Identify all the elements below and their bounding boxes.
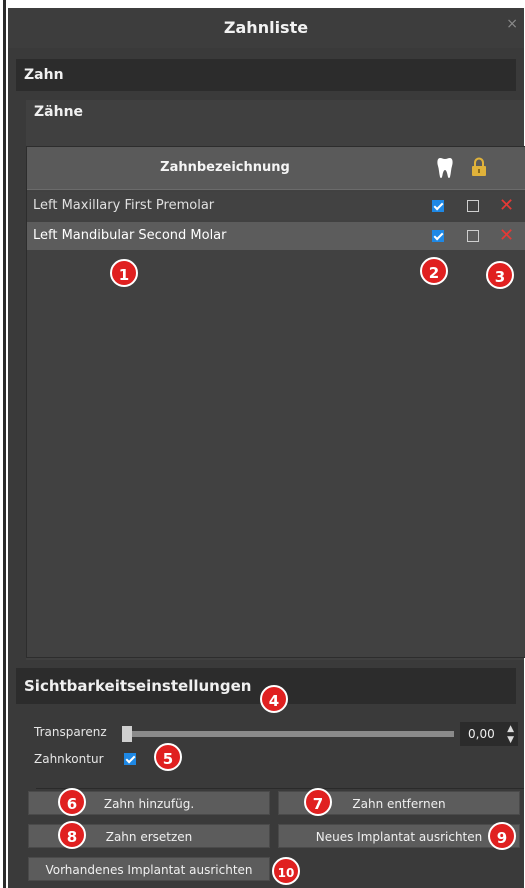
callout-badge-1: 1 bbox=[110, 259, 138, 287]
spin-arrows-icon[interactable]: ▲ ▼ bbox=[507, 722, 514, 746]
close-icon[interactable]: × bbox=[506, 8, 518, 40]
window-left-edge bbox=[3, 0, 6, 888]
lock-icon bbox=[472, 157, 486, 176]
contour-label: Zahnkontur bbox=[34, 752, 104, 766]
tooth-name: Left Mandibular Second Molar bbox=[33, 228, 227, 243]
callout-badge-8: 8 bbox=[58, 821, 86, 849]
transparency-value: 0,00 bbox=[468, 727, 495, 741]
align-new-implant-button[interactable]: Neues Implantat ausrichten bbox=[278, 824, 520, 848]
section-zahn: Zahn bbox=[16, 59, 516, 91]
section-zahn-title: Zahn bbox=[24, 67, 64, 83]
table-row[interactable]: Left Maxillary First Premolar ✕ bbox=[27, 192, 525, 220]
transparency-slider-handle[interactable] bbox=[122, 726, 132, 742]
teeth-table: Zahnbezeichnung Left Maxillary First Pre… bbox=[26, 146, 525, 658]
section-divider bbox=[36, 788, 524, 789]
callout-badge-5: 5 bbox=[154, 743, 182, 771]
zahnliste-panel: Zahnliste × Zahn Zähne Zahnbezeichnung L… bbox=[8, 8, 525, 888]
visible-checkbox[interactable] bbox=[432, 200, 444, 212]
panel-title-bar: Zahnliste × bbox=[8, 8, 524, 48]
callout-badge-6: 6 bbox=[58, 788, 86, 816]
contour-checkbox[interactable] bbox=[124, 753, 136, 765]
delete-icon[interactable]: ✕ bbox=[499, 222, 514, 250]
table-row[interactable]: Left Mandibular Second Molar ✕ bbox=[27, 222, 525, 250]
callout-badge-9: 9 bbox=[488, 822, 516, 850]
lock-checkbox[interactable] bbox=[467, 200, 479, 212]
lock-checkbox[interactable] bbox=[467, 230, 479, 242]
callout-badge-10: 10 bbox=[272, 857, 300, 885]
table-header: Zahnbezeichnung bbox=[27, 147, 525, 190]
panel-title: Zahnliste bbox=[223, 18, 309, 37]
transparency-spinbox[interactable]: 0,00 ▲ ▼ bbox=[460, 722, 518, 746]
callout-badge-7: 7 bbox=[304, 788, 332, 816]
callout-badge-3: 3 bbox=[486, 261, 514, 289]
visible-checkbox[interactable] bbox=[432, 230, 444, 242]
transparency-label: Transparenz bbox=[34, 725, 107, 739]
transparency-slider[interactable] bbox=[122, 731, 454, 737]
visibility-title: Sichtbarkeitseinstellungen bbox=[24, 677, 252, 695]
align-existing-implant-button[interactable]: Vorhandenes Implantat ausrichten bbox=[28, 857, 270, 881]
column-header-zahnbezeichnung[interactable]: Zahnbezeichnung bbox=[27, 147, 423, 189]
tooth-icon bbox=[437, 158, 453, 179]
tooth-name: Left Maxillary First Premolar bbox=[33, 198, 215, 213]
delete-icon[interactable]: ✕ bbox=[499, 192, 514, 220]
callout-badge-2: 2 bbox=[420, 257, 448, 285]
callout-badge-4: 4 bbox=[260, 685, 288, 713]
zahne-title: Zähne bbox=[34, 104, 84, 120]
